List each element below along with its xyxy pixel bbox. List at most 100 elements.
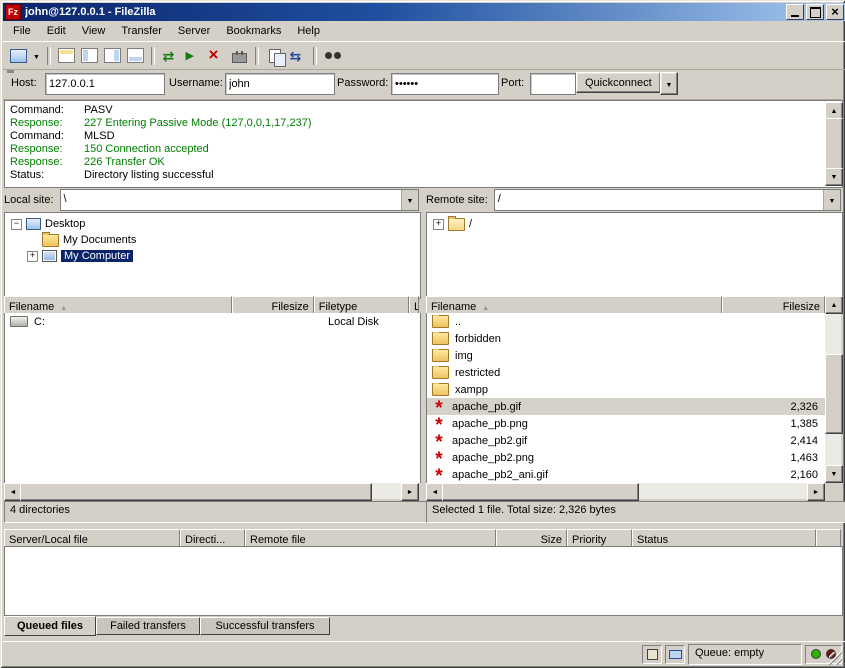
host-input[interactable] (45, 73, 165, 95)
remote-file-row[interactable]: img (427, 347, 826, 364)
toggle-local-tree-button[interactable] (78, 45, 101, 67)
local-horizontal-scrollbar[interactable] (4, 483, 419, 499)
menu-transfer[interactable]: Transfer (113, 23, 170, 39)
process-queue-icon (186, 48, 202, 64)
remote-site-label: Remote site: (426, 194, 494, 206)
tree-item-root[interactable]: + / (427, 216, 842, 232)
close-button[interactable] (826, 4, 844, 20)
scrollbar-thumb[interactable] (825, 118, 843, 170)
tab-queued-files[interactable]: Queued files (4, 616, 96, 636)
filezilla-window: Fz john@127.0.0.1 - FileZilla File Edit … (0, 0, 845, 668)
directory-comparison-button[interactable] (263, 45, 286, 67)
expand-icon[interactable]: + (27, 251, 38, 262)
window-title: john@127.0.0.1 - FileZilla (25, 6, 784, 18)
tree-item-my-computer[interactable]: + My Computer (5, 248, 420, 264)
toggle-remote-tree-button[interactable] (101, 45, 124, 67)
tree-item-my-documents[interactable]: My Documents (5, 232, 420, 248)
remote-file-row[interactable]: xampp (427, 381, 826, 398)
site-manager-dropdown-button[interactable] (30, 45, 43, 67)
password-input[interactable] (391, 73, 499, 95)
remote-file-row[interactable]: apache_pb2_ani.gif2,160 (427, 466, 826, 483)
remote-site-dropdown-button[interactable] (823, 190, 840, 210)
tab-successful-transfers[interactable]: Successful transfers (200, 617, 330, 635)
scroll-up-arrow[interactable] (825, 296, 843, 314)
quickconnect-button[interactable]: Quickconnect (576, 72, 661, 93)
local-site-label: Local site: (4, 194, 60, 206)
directory-comparison-icon (269, 49, 281, 63)
menu-file[interactable]: File (5, 23, 39, 39)
toggle-log-view-button[interactable] (55, 45, 78, 67)
image-file-icon (432, 468, 446, 482)
scrollbar-corner (825, 483, 841, 499)
message-log-lines: Command:PASV Response:227 Entering Passi… (6, 102, 825, 186)
remote-vertical-scrollbar[interactable] (825, 296, 841, 483)
remote-file-row[interactable]: apache_pb.png1,385 (427, 415, 826, 432)
tree-item-label: Desktop (45, 218, 85, 230)
menu-view[interactable]: View (74, 23, 114, 39)
expand-icon[interactable]: + (433, 219, 444, 230)
scroll-down-arrow[interactable] (825, 168, 843, 186)
port-input[interactable] (530, 73, 576, 95)
remote-site-combobox[interactable]: / (494, 189, 841, 211)
disconnect-button[interactable] (228, 45, 251, 67)
log-vertical-scrollbar[interactable] (825, 102, 841, 186)
image-file-icon (432, 400, 446, 414)
refresh-button[interactable] (159, 45, 182, 67)
message-log: Command:PASV Response:227 Entering Passi… (4, 100, 843, 188)
queue-list[interactable] (4, 546, 843, 616)
menu-help[interactable]: Help (289, 23, 328, 39)
image-file-icon (432, 451, 446, 465)
menu-server[interactable]: Server (170, 23, 218, 39)
menu-edit[interactable]: Edit (39, 23, 74, 39)
remote-file-row[interactable]: apache_pb2.png1,463 (427, 449, 826, 466)
collapse-icon[interactable]: − (11, 219, 22, 230)
minimize-button[interactable] (786, 4, 804, 20)
minimize-icon (791, 15, 799, 17)
tab-failed-transfers[interactable]: Failed transfers (96, 617, 200, 635)
local-file-row[interactable]: C: Local Disk (5, 313, 420, 330)
scroll-right-arrow[interactable] (401, 483, 419, 501)
tree-item-label: My Documents (63, 234, 136, 246)
binoculars-icon (325, 48, 341, 64)
local-site-value: \ (61, 190, 401, 210)
password-label: Password: (337, 77, 388, 89)
toggle-queue-view-button[interactable] (124, 45, 147, 67)
remote-file-row[interactable]: forbidden (427, 330, 826, 347)
disconnect-icon (232, 53, 247, 63)
remote-file-row[interactable]: apache_pb2.gif2,414 (427, 432, 826, 449)
toolbar-separator (47, 47, 51, 65)
remote-file-row-selected[interactable]: apache_pb.gif2,326 (427, 398, 826, 415)
menu-bookmarks[interactable]: Bookmarks (218, 23, 289, 39)
process-queue-button[interactable] (182, 45, 205, 67)
titlebar[interactable]: Fz john@127.0.0.1 - FileZilla (3, 3, 845, 21)
connection-status-icon (665, 645, 685, 664)
log-line: Response:150 Connection accepted (10, 143, 821, 156)
remote-file-row[interactable]: .. (427, 313, 826, 330)
cancel-operation-button[interactable] (205, 45, 228, 67)
sort-ascending-icon (476, 301, 489, 313)
remote-file-row[interactable]: restricted (427, 364, 826, 381)
log-line: Command:PASV (10, 104, 821, 117)
find-files-button[interactable] (321, 45, 344, 67)
quickconnect-dropdown-button[interactable] (660, 72, 678, 95)
username-input[interactable] (225, 73, 335, 95)
username-label: Username: (169, 77, 223, 89)
tree-item-desktop[interactable]: − Desktop (5, 216, 420, 232)
scroll-down-arrow[interactable] (825, 465, 843, 483)
scrollbar-thumb[interactable] (825, 354, 843, 434)
local-site-combobox[interactable]: \ (60, 189, 419, 211)
toolbar (3, 41, 845, 70)
log-line: Command:MLSD (10, 130, 821, 143)
resize-grip[interactable] (829, 652, 842, 665)
site-manager-button[interactable] (7, 45, 30, 67)
remote-horizontal-scrollbar[interactable] (426, 483, 825, 499)
maximize-icon (810, 7, 821, 18)
folder-icon (432, 383, 449, 396)
scrollbar-thumb[interactable] (20, 483, 372, 501)
maximize-button[interactable] (806, 4, 824, 20)
synchronized-browsing-button[interactable] (286, 45, 309, 67)
scroll-right-arrow[interactable] (807, 483, 825, 501)
synchronized-browsing-icon (290, 48, 306, 64)
scrollbar-thumb[interactable] (442, 483, 639, 501)
local-site-dropdown-button[interactable] (401, 190, 418, 210)
